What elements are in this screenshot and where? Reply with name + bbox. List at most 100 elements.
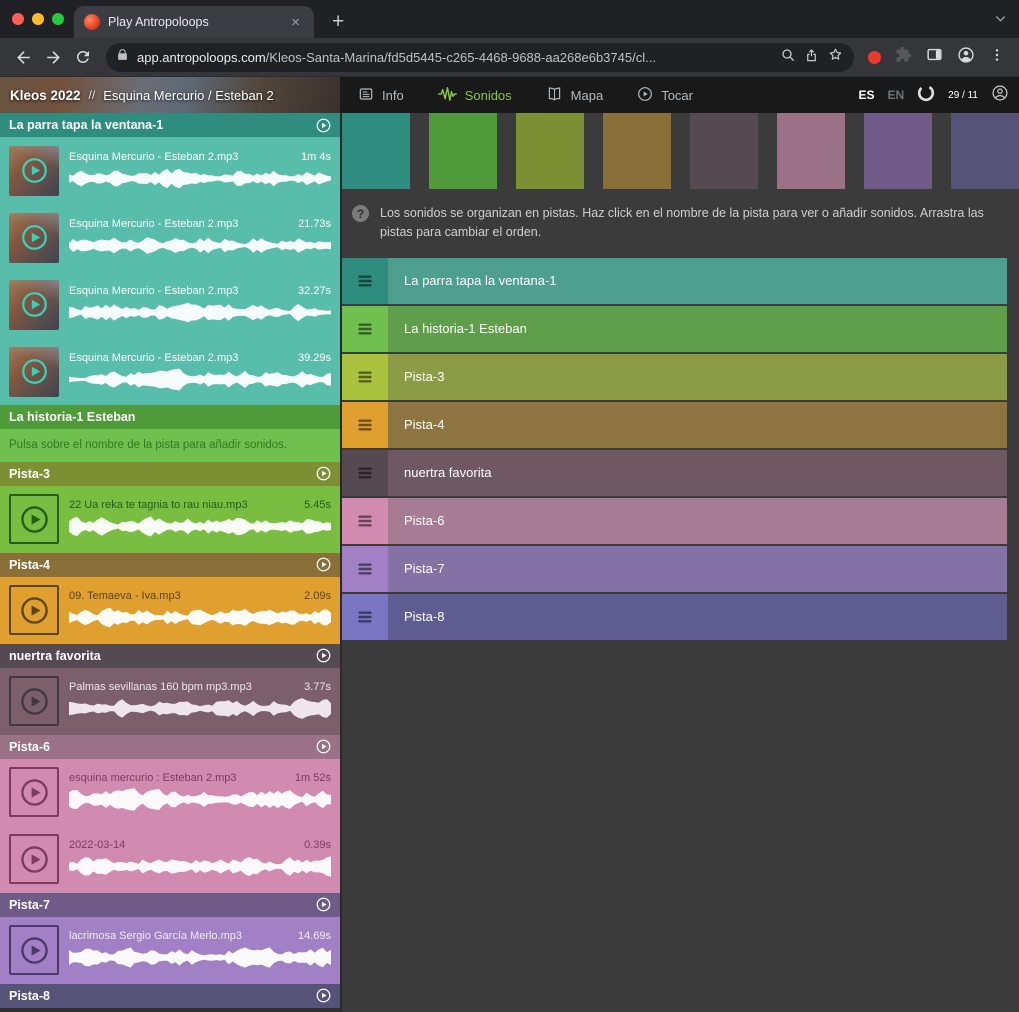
- clip-play-button[interactable]: [9, 494, 59, 544]
- fullscreen-window-button[interactable]: [52, 13, 64, 25]
- project-name: Kleos 2022: [10, 88, 81, 103]
- app-tab-info[interactable]: Info: [358, 86, 404, 105]
- clip-thumbnail[interactable]: [9, 146, 59, 196]
- tab-search-chevron-icon[interactable]: [994, 12, 1007, 30]
- app-tab-sonidos[interactable]: Sonidos: [438, 86, 512, 105]
- bookmark-star-icon[interactable]: [827, 46, 844, 68]
- sound-clip[interactable]: lacrimosa Sergio García Merlo.mp314.69s: [0, 917, 340, 984]
- sound-clip[interactable]: Esquina Mercurio - Esteban 2.mp31m 4s: [0, 137, 340, 204]
- back-icon[interactable]: [8, 42, 38, 72]
- sound-clip[interactable]: 2022-03-140.39s: [0, 826, 340, 893]
- track-row[interactable]: Pista-3: [342, 354, 1007, 400]
- clip-waveform[interactable]: [69, 300, 331, 325]
- track-drag-handle[interactable]: [342, 258, 388, 304]
- clip-waveform[interactable]: [69, 514, 331, 539]
- track-play-button[interactable]: [316, 466, 331, 481]
- track-row[interactable]: Pista-8: [342, 594, 1007, 640]
- track-row-bar[interactable]: La parra tapa la ventana-1: [388, 258, 1007, 304]
- track-row[interactable]: nuertra favorita: [342, 450, 1007, 496]
- close-window-button[interactable]: [12, 13, 24, 25]
- app-tab-mapa[interactable]: Mapa: [546, 86, 604, 105]
- clip-waveform[interactable]: [69, 605, 331, 630]
- recording-extension-icon[interactable]: [868, 51, 881, 64]
- track-header[interactable]: La parra tapa la ventana-1: [0, 113, 340, 137]
- clip-waveform[interactable]: [69, 945, 331, 970]
- clip-thumbnail[interactable]: [9, 347, 59, 397]
- clip-play-button[interactable]: [9, 767, 59, 817]
- clip-play-button[interactable]: [9, 925, 59, 975]
- track-row[interactable]: Pista-4: [342, 402, 1007, 448]
- zoom-icon[interactable]: [780, 47, 796, 68]
- track-drag-handle[interactable]: [342, 450, 388, 496]
- track-header[interactable]: Pista-8: [0, 984, 340, 1008]
- share-icon[interactable]: [804, 47, 819, 68]
- track-row-bar[interactable]: Pista-3: [388, 354, 1007, 400]
- track-row-bar[interactable]: Pista-7: [388, 546, 1007, 592]
- clip-play-button[interactable]: [9, 676, 59, 726]
- track-play-button[interactable]: [316, 648, 331, 663]
- sound-clip[interactable]: 09. Temaeva - Iva.mp32.09s: [0, 577, 340, 644]
- address-bar[interactable]: app.antropoloops.com/Kleos-Santa-Marina/…: [106, 43, 854, 72]
- track-play-button[interactable]: [316, 557, 331, 572]
- new-tab-button[interactable]: +: [326, 10, 350, 34]
- clip-play-button[interactable]: [9, 585, 59, 635]
- track-row[interactable]: La parra tapa la ventana-1: [342, 258, 1007, 304]
- sound-clip[interactable]: 22 Ua reka te tagnia to rau niau.mp35.45…: [0, 486, 340, 553]
- track-header[interactable]: Pista-6: [0, 735, 340, 759]
- track-header[interactable]: Pista-4: [0, 553, 340, 577]
- app-tab-label: Mapa: [571, 88, 604, 103]
- track-drag-handle[interactable]: [342, 402, 388, 448]
- track-note: Pulsa sobre el nombre de la pista para a…: [0, 429, 340, 462]
- clip-waveform[interactable]: [69, 367, 331, 392]
- account-icon[interactable]: [991, 84, 1009, 107]
- track-row[interactable]: Pista-7: [342, 546, 1007, 592]
- extensions-puzzle-icon[interactable]: [895, 46, 912, 68]
- sound-clip[interactable]: Esquina Mercurio - Esteban 2.mp332.27s: [0, 271, 340, 338]
- tab-close-icon[interactable]: ×: [287, 13, 304, 32]
- profile-avatar-icon[interactable]: [957, 46, 975, 69]
- minimize-window-button[interactable]: [32, 13, 44, 25]
- clip-thumbnail[interactable]: [9, 280, 59, 330]
- app-tab-tocar[interactable]: Tocar: [637, 86, 693, 105]
- clip-waveform[interactable]: [69, 787, 331, 812]
- track-row-bar[interactable]: Pista-6: [388, 498, 1007, 544]
- track-drag-handle[interactable]: [342, 354, 388, 400]
- track-drag-handle[interactable]: [342, 594, 388, 640]
- clip-play-button[interactable]: [9, 834, 59, 884]
- reload-icon[interactable]: [68, 42, 98, 72]
- track-drag-handle[interactable]: [342, 498, 388, 544]
- track-header[interactable]: Pista-7: [0, 893, 340, 917]
- track-header[interactable]: nuertra favorita: [0, 644, 340, 668]
- sound-clip[interactable]: Esquina Mercurio - Esteban 2.mp321.73s: [0, 204, 340, 271]
- track-row-label: La parra tapa la ventana-1: [404, 273, 557, 288]
- track-play-button[interactable]: [316, 118, 331, 133]
- track-play-button[interactable]: [316, 897, 331, 912]
- track-row[interactable]: Pista-6: [342, 498, 1007, 544]
- track-play-button[interactable]: [316, 988, 331, 1003]
- clip-waveform[interactable]: [69, 854, 331, 879]
- track-row-bar[interactable]: Pista-4: [388, 402, 1007, 448]
- track-header[interactable]: La historia-1 Esteban: [0, 405, 340, 429]
- side-panel-icon[interactable]: [926, 46, 943, 68]
- track-row[interactable]: La historia-1 Esteban: [342, 306, 1007, 352]
- clip-waveform[interactable]: [69, 166, 331, 191]
- track-drag-handle[interactable]: [342, 306, 388, 352]
- clip-waveform[interactable]: [69, 696, 331, 721]
- project-banner[interactable]: Kleos 2022 // Esquina Mercurio / Esteban…: [0, 77, 340, 113]
- track-header[interactable]: Pista-3: [0, 462, 340, 486]
- track-row-bar[interactable]: nuertra favorita: [388, 450, 1007, 496]
- track-row-bar[interactable]: Pista-8: [388, 594, 1007, 640]
- sound-clip[interactable]: Palmas sevillanas 160 bpm mp3.mp33.77s: [0, 668, 340, 735]
- track-drag-handle[interactable]: [342, 546, 388, 592]
- clip-thumbnail[interactable]: [9, 213, 59, 263]
- lang-en-button[interactable]: EN: [887, 88, 904, 102]
- sound-clip[interactable]: esquina mercurio : Esteban 2.mp31m 52s: [0, 759, 340, 826]
- sound-clip[interactable]: Esquina Mercurio - Esteban 2.mp339.29s: [0, 338, 340, 405]
- track-play-button[interactable]: [316, 739, 331, 754]
- browser-tab[interactable]: Play Antropoloops ×: [74, 6, 314, 38]
- forward-icon[interactable]: [38, 42, 68, 72]
- clip-waveform[interactable]: [69, 233, 331, 258]
- track-row-bar[interactable]: La historia-1 Esteban: [388, 306, 1007, 352]
- browser-menu-kebab-icon[interactable]: [989, 47, 1005, 68]
- lang-es-button[interactable]: ES: [858, 88, 874, 102]
